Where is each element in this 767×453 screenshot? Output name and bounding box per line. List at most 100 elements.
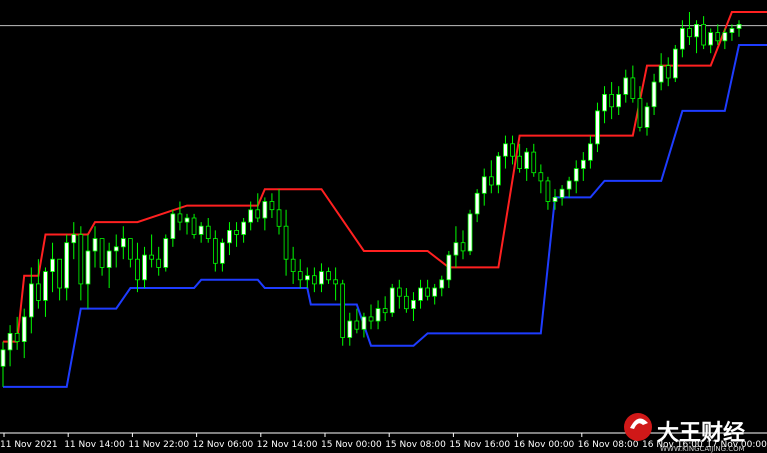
candle-body <box>425 287 431 297</box>
candle-body <box>304 275 310 281</box>
x-tick-label: 15 Nov 16:00 <box>449 440 510 450</box>
candle <box>340 279 346 346</box>
candle-body <box>78 234 84 285</box>
candle-body <box>57 258 63 289</box>
candle-body <box>106 250 112 268</box>
x-tick-label: 11 Nov 22:00 <box>128 440 189 450</box>
candle-body <box>255 209 261 219</box>
candle-body <box>340 283 346 338</box>
candle-body <box>333 279 339 285</box>
candle-body <box>163 238 169 268</box>
x-tick-label: 15 Nov 08:00 <box>385 440 446 450</box>
chart-canvas[interactable]: 11 Nov 2021 11 Nov 14:00 11 Nov 22:00 12 No… <box>0 0 767 453</box>
candle-body <box>149 254 154 260</box>
candle-body <box>99 238 105 268</box>
candle-body <box>680 28 685 50</box>
candle-body <box>347 320 353 338</box>
candle-body <box>142 254 147 281</box>
candle-body <box>630 77 636 99</box>
candle-body <box>319 271 324 285</box>
candle-body <box>581 159 586 169</box>
candle-body <box>538 172 544 182</box>
candle-body <box>658 65 664 83</box>
candle-body <box>368 316 374 322</box>
candle-body <box>545 180 551 202</box>
candle-body <box>43 271 48 301</box>
price-chart[interactable]: 11 Nov 2021 11 Nov 14:00 11 Nov 22:00 12 No… <box>0 0 767 453</box>
candle-body <box>276 209 282 227</box>
x-tick-label: 11 Nov 2021 <box>0 440 58 450</box>
logo-circle-icon <box>624 413 652 441</box>
x-tick-label: 12 Nov 14:00 <box>257 440 318 450</box>
candle-body <box>326 271 331 281</box>
candle-body <box>481 176 487 194</box>
candle-body <box>212 238 218 264</box>
candle-body <box>219 242 225 264</box>
candle-body <box>467 213 473 252</box>
candle-body <box>644 106 650 128</box>
candle-body <box>85 250 91 285</box>
x-tick-label: 15 Nov 00:00 <box>321 440 382 450</box>
candle <box>467 209 473 256</box>
candle-body <box>673 48 678 79</box>
chart-background <box>0 0 767 453</box>
candle-body <box>694 23 699 38</box>
candle-body <box>311 275 317 285</box>
candle-body <box>396 287 402 297</box>
watermark-brand: 大王财经 <box>657 420 745 446</box>
candle-body <box>234 229 239 235</box>
candle-body <box>14 332 20 342</box>
candle-body <box>177 213 183 223</box>
candle-body <box>262 201 268 219</box>
candle-body <box>439 279 445 289</box>
candle-body <box>559 188 565 198</box>
candle-body <box>446 254 452 281</box>
candle-body <box>50 258 55 273</box>
x-tick-label: 16 Nov 00:00 <box>514 440 575 450</box>
candle-body <box>382 308 388 314</box>
candle-body <box>495 155 501 186</box>
candle-body <box>170 213 176 239</box>
candle-body <box>637 98 643 128</box>
candle-body <box>687 28 692 38</box>
candle-body <box>7 332 13 351</box>
candle <box>389 283 395 317</box>
candle-body <box>701 23 707 46</box>
watermark-url: WWW.KINGCAIJING.COM <box>660 445 745 453</box>
candle-body <box>651 81 657 108</box>
candle-body <box>205 225 211 239</box>
candle-body <box>524 151 530 170</box>
candle-body <box>241 221 246 235</box>
candle-body <box>92 238 98 252</box>
candle-body <box>474 192 480 215</box>
candle-body <box>715 32 721 42</box>
candle-body <box>403 295 409 310</box>
candle-body <box>736 23 742 29</box>
candle-body <box>708 32 714 46</box>
candle-body <box>248 209 253 223</box>
candle-body <box>595 110 600 145</box>
candle-body <box>389 287 395 314</box>
x-tick-label: 12 Nov 06:00 <box>193 440 254 450</box>
x-tick-label: 16 Nov 08:00 <box>578 440 639 450</box>
candle-body <box>113 246 119 252</box>
candle <box>673 44 678 83</box>
candle-body <box>156 258 161 268</box>
candle-body <box>361 316 367 330</box>
candle-body <box>297 271 303 281</box>
candle-body <box>121 238 126 248</box>
candle-body <box>184 217 190 223</box>
candle-body <box>573 168 579 182</box>
candle-body <box>432 287 438 297</box>
x-tick-label: 11 Nov 14:00 <box>64 440 125 450</box>
candle-body <box>609 94 615 108</box>
candle-body <box>28 283 34 318</box>
candle-body <box>453 242 459 256</box>
candle-body <box>418 287 423 301</box>
candle <box>163 234 169 272</box>
candle-body <box>503 143 508 157</box>
candle-body <box>566 180 572 190</box>
candle-body <box>191 217 197 235</box>
candle-body <box>135 258 140 281</box>
candle-body <box>665 65 671 79</box>
